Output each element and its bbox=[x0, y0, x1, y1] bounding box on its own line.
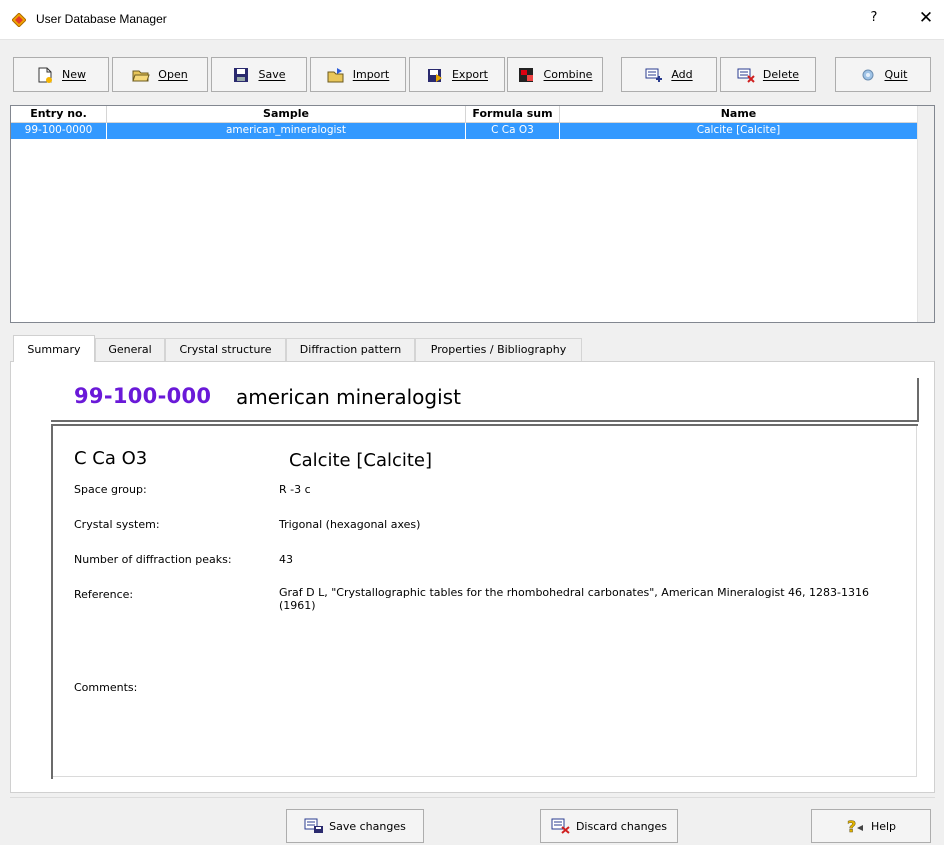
save-changes-label: Save changes bbox=[329, 819, 406, 833]
delete-entry-icon bbox=[737, 68, 755, 83]
cell-name: Calcite [Calcite] bbox=[696, 124, 781, 136]
entries-table: Entry no. Sample Formula sum Name 99-100… bbox=[10, 105, 935, 323]
reference-value-line2: (1961) bbox=[279, 599, 316, 612]
cell-entry-no: 99-100-0000 bbox=[11, 123, 107, 139]
tab-diffraction-pattern[interactable]: Diffraction pattern bbox=[286, 338, 415, 361]
table-scrollbar[interactable] bbox=[917, 106, 934, 322]
app-diamond-icon bbox=[12, 13, 26, 27]
discard-changes-label: Discard changes bbox=[575, 819, 668, 833]
summary-entry-no: 99-100-000 bbox=[74, 384, 212, 408]
tab-general[interactable]: General bbox=[95, 338, 165, 361]
window-close-button[interactable]: ✕ bbox=[914, 8, 938, 30]
help-button[interactable]: ? Help bbox=[811, 809, 931, 843]
add-entry-icon bbox=[645, 68, 663, 82]
quit-icon bbox=[862, 69, 873, 80]
diffraction-peaks-label: Number of diffraction peaks: bbox=[74, 553, 232, 566]
quit-button[interactable]: Quit bbox=[835, 57, 931, 92]
table-header: Entry no. Sample Formula sum Name bbox=[11, 106, 917, 123]
summary-detail-inner bbox=[53, 426, 917, 777]
delete-button-label: Delete bbox=[762, 68, 800, 81]
open-button-label: Open bbox=[158, 68, 188, 81]
new-document-icon bbox=[38, 67, 52, 83]
column-header-formula-sum[interactable]: Formula sum bbox=[466, 106, 560, 123]
tab-crystal-structure[interactable]: Crystal structure bbox=[165, 338, 286, 361]
column-header-sample[interactable]: Sample bbox=[107, 106, 466, 123]
import-button[interactable]: Import bbox=[310, 57, 406, 92]
save-disk-icon bbox=[234, 67, 249, 82]
help-button-label: Help bbox=[870, 819, 897, 833]
export-button-label: Export bbox=[451, 68, 488, 81]
export-button[interactable]: Export bbox=[409, 57, 505, 92]
open-folder-icon bbox=[132, 70, 150, 81]
column-header-name[interactable]: Name bbox=[560, 106, 917, 123]
add-button[interactable]: Add bbox=[621, 57, 717, 92]
combine-button[interactable]: Combine bbox=[507, 57, 603, 92]
combine-button-label: Combine bbox=[543, 68, 593, 81]
table-row[interactable]: 99-100-0000 american_mineralogist C Ca O… bbox=[11, 123, 917, 139]
discard-changes-icon bbox=[551, 818, 570, 834]
combine-disk-icon bbox=[518, 67, 533, 82]
title-bar: User Database Manager ? ✕ bbox=[0, 0, 944, 40]
space-group-value: R -3 c bbox=[279, 483, 311, 496]
save-changes-icon bbox=[304, 818, 324, 833]
svg-text:?: ? bbox=[847, 818, 856, 834]
cell-sample: american_mineralogist bbox=[107, 123, 466, 139]
crystal-system-value: Trigonal (hexagonal axes) bbox=[279, 518, 421, 531]
comments-label: Comments: bbox=[74, 681, 138, 694]
discard-changes-button[interactable]: Discard changes bbox=[540, 809, 678, 843]
quit-button-label: Quit bbox=[884, 68, 908, 81]
tab-summary[interactable]: Summary bbox=[13, 335, 95, 362]
window-title: User Database Manager bbox=[36, 12, 167, 26]
help-question-icon: ? bbox=[847, 818, 863, 834]
cell-formula-sum: C Ca O3 bbox=[466, 123, 560, 139]
import-button-label: Import bbox=[352, 68, 390, 81]
summary-name: Calcite [Calcite] bbox=[289, 450, 433, 471]
footer-divider bbox=[10, 797, 935, 798]
summary-formula: C Ca O3 bbox=[74, 448, 148, 469]
import-folder-icon bbox=[327, 67, 344, 82]
new-button-label: New bbox=[62, 68, 86, 81]
diffraction-peaks-value: 43 bbox=[279, 553, 293, 566]
reference-value-line1: Graf D L, "Crystallographic tables for t… bbox=[279, 586, 870, 599]
new-button[interactable]: New bbox=[13, 57, 109, 92]
open-button[interactable]: Open bbox=[112, 57, 208, 92]
save-changes-button[interactable]: Save changes bbox=[286, 809, 424, 843]
summary-sample-name: american mineralogist bbox=[236, 385, 461, 409]
column-header-entry-no[interactable]: Entry no. bbox=[11, 106, 107, 123]
window-help-button[interactable]: ? bbox=[866, 10, 882, 28]
tab-properties-bibliography[interactable]: Properties / Bibliography bbox=[415, 338, 582, 361]
save-button[interactable]: Save bbox=[211, 57, 307, 92]
delete-button[interactable]: Delete bbox=[720, 57, 816, 92]
space-group-label: Space group: bbox=[74, 483, 147, 496]
add-button-label: Add bbox=[671, 68, 693, 81]
reference-label: Reference: bbox=[74, 588, 134, 601]
crystal-system-label: Crystal system: bbox=[74, 518, 160, 531]
export-disk-icon bbox=[427, 68, 442, 82]
save-button-label: Save bbox=[258, 68, 286, 81]
